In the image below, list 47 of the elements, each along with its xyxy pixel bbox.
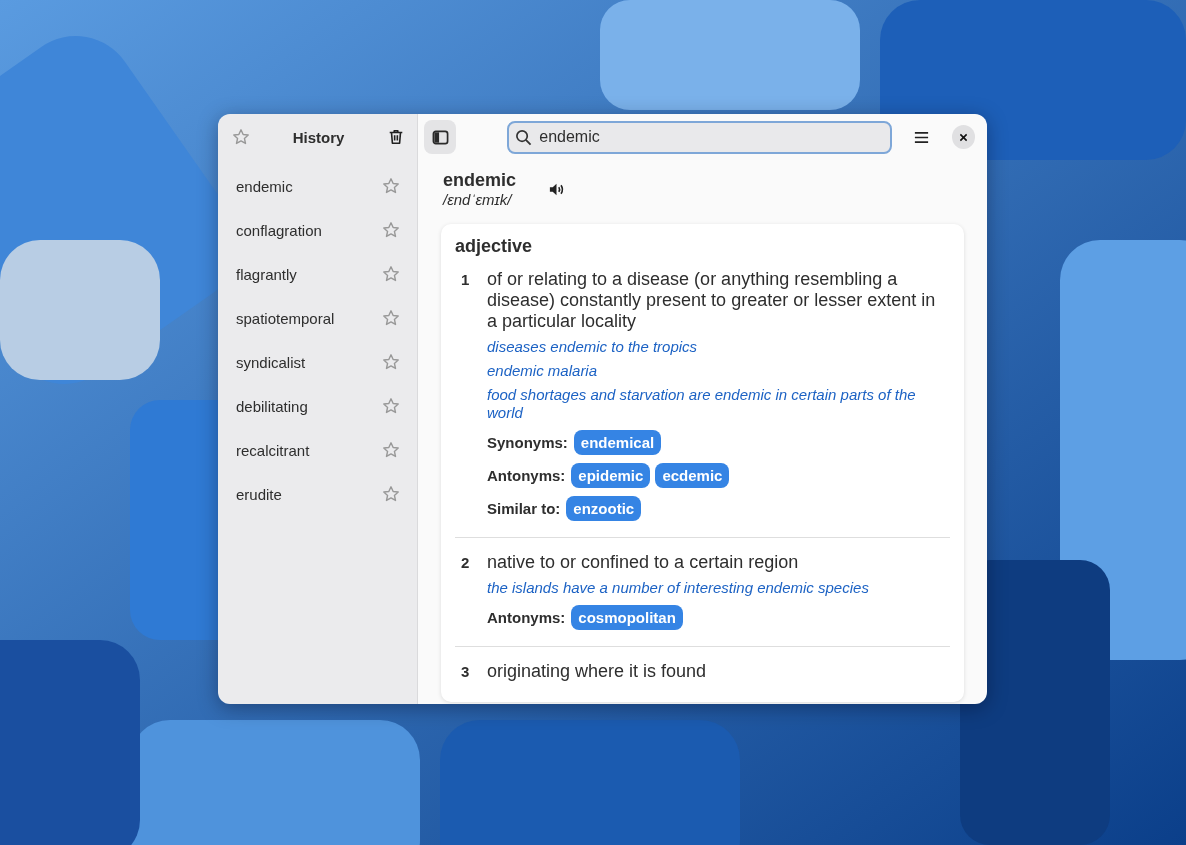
star-icon[interactable] (382, 397, 400, 415)
star-icon[interactable] (232, 128, 250, 146)
history-item[interactable]: erudite (236, 485, 282, 503)
relation-label: Synonyms: (487, 434, 568, 451)
close-icon (959, 132, 969, 142)
relation-label: Similar to: (487, 500, 561, 517)
headword: endemic (443, 170, 517, 191)
definition: native to or confined to a certain region (487, 552, 800, 573)
sense-number: 3 (460, 662, 471, 682)
history-item[interactable]: endemic (236, 177, 293, 195)
history-item[interactable]: debilitating (236, 397, 308, 415)
definition: of or relating to a disease (or anything resembling a disease) constantly present to greater or lesser extent in a particular locality (487, 269, 937, 332)
history-item[interactable]: flagrantly (236, 265, 297, 283)
search-icon (515, 128, 533, 146)
sidebar-toggle-button[interactable] (424, 120, 457, 154)
part-of-speech: adjective (455, 236, 534, 257)
definition: originating where it is found (487, 661, 708, 682)
word-chip[interactable]: cosmopolitan (571, 605, 683, 630)
word-chip[interactable]: endemical (573, 430, 662, 455)
close-button[interactable] (952, 125, 975, 149)
sidebar-icon (431, 128, 449, 146)
word-chip[interactable]: enzootic (566, 496, 642, 521)
relation-label: Antonyms: (487, 467, 566, 484)
star-icon[interactable] (382, 353, 400, 371)
star-icon[interactable] (382, 177, 400, 195)
history-item[interactable]: recalcitrant (236, 441, 310, 459)
sense-number: 1 (460, 270, 471, 290)
relation-label: Antonyms: (487, 609, 566, 626)
history-item[interactable]: spatiotemporal (236, 309, 335, 327)
history-item[interactable]: conflagration (236, 221, 322, 239)
sidebar-title: History (292, 128, 345, 146)
trash-icon[interactable] (387, 128, 405, 146)
example: endemic malaria (487, 362, 599, 380)
word-chip[interactable]: ecdemic (655, 463, 730, 488)
star-icon[interactable] (382, 265, 400, 283)
star-icon[interactable] (382, 485, 400, 503)
example: the islands have a number of interesting endemic species (487, 579, 870, 597)
star-icon[interactable] (382, 309, 400, 327)
star-icon[interactable] (382, 441, 400, 459)
history-item[interactable]: syndicalist (236, 353, 306, 371)
example: diseases endemic to the tropics (487, 338, 699, 356)
search-field[interactable]: endemic (507, 120, 893, 154)
word-chip[interactable]: epidemic (571, 463, 651, 488)
star-icon[interactable] (382, 221, 400, 239)
sense-number: 2 (460, 553, 471, 573)
example: food shortages and starvation are endemic in certain parts of the world (487, 386, 917, 422)
pronunciation: /ɛndˈɛmɪk/ (443, 191, 514, 208)
